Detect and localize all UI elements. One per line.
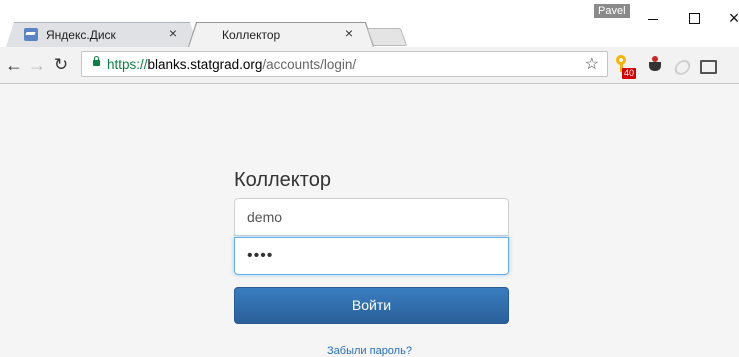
tab-title: Коллектор bbox=[222, 28, 281, 42]
tab-yandex-disk[interactable]: Яндекс.Диск × bbox=[6, 22, 198, 47]
minimize-icon[interactable] bbox=[643, 8, 663, 28]
login-button[interactable]: Войти bbox=[234, 287, 509, 324]
new-tab-button[interactable] bbox=[366, 28, 408, 46]
gray-extension-icon[interactable] bbox=[671, 55, 693, 77]
coffee-extension-icon[interactable] bbox=[646, 55, 668, 77]
browser-tabstrip: Яндекс.Диск × Коллектор × Pavel × bbox=[0, 0, 739, 47]
address-bar[interactable]: https://blanks.statgrad.org/accounts/log… bbox=[81, 51, 608, 77]
maximize-icon[interactable] bbox=[684, 8, 704, 28]
lock-icon bbox=[93, 56, 100, 66]
tab-title: Яндекс.Диск bbox=[46, 28, 116, 42]
cup-body bbox=[649, 62, 661, 71]
username-field[interactable]: demo bbox=[234, 198, 509, 236]
back-arrow-icon[interactable]: ← bbox=[4, 55, 24, 75]
password-field[interactable]: •••• bbox=[234, 237, 509, 275]
forward-arrow-icon[interactable]: → bbox=[27, 55, 47, 75]
tab-kollektor[interactable]: Коллектор × bbox=[188, 22, 374, 47]
reload-icon[interactable]: ↻ bbox=[51, 55, 71, 75]
url-host: blanks.statgrad.org bbox=[147, 57, 263, 72]
url-text: https://blanks.statgrad.org/accounts/log… bbox=[107, 57, 356, 72]
cast-icon[interactable] bbox=[697, 55, 719, 77]
close-tab-icon[interactable]: × bbox=[342, 26, 356, 40]
yandex-disk-icon bbox=[24, 28, 38, 41]
window-close-icon[interactable]: × bbox=[724, 8, 739, 28]
login-page: Коллектор demo •••• Войти Забыли пароль? bbox=[0, 84, 739, 357]
url-protocol: https:// bbox=[107, 57, 148, 72]
profile-button[interactable]: Pavel bbox=[594, 4, 630, 18]
forgot-password-link[interactable]: Забыли пароль? bbox=[0, 345, 739, 357]
page-title: Коллектор bbox=[234, 169, 331, 191]
url-path: /accounts/login/ bbox=[262, 57, 357, 72]
extension-badge: 40 bbox=[622, 68, 637, 79]
bookmark-star-icon[interactable]: ☆ bbox=[585, 54, 599, 74]
close-tab-icon[interactable]: × bbox=[166, 26, 180, 40]
